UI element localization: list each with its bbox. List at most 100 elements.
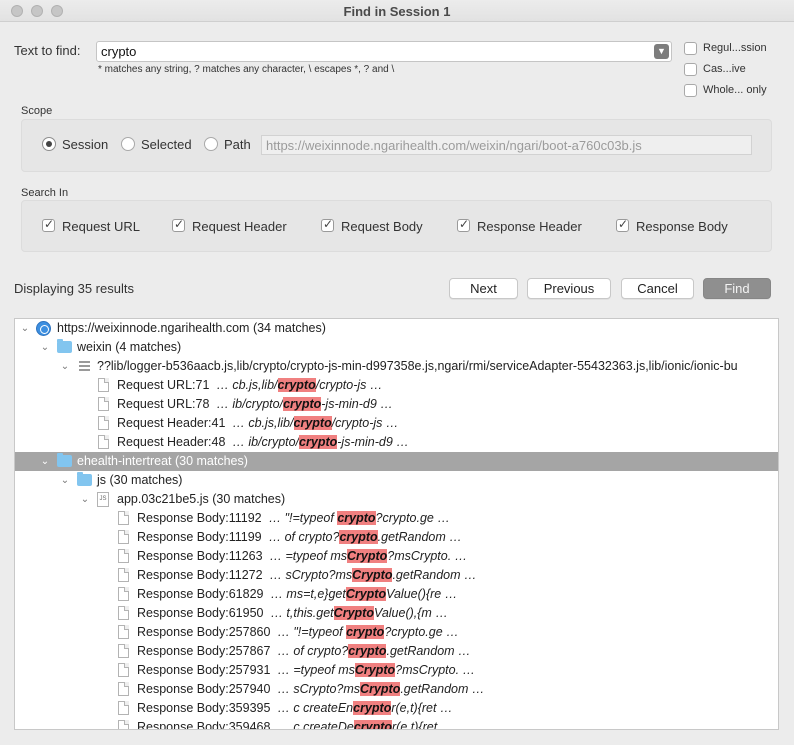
tree-row-match[interactable]: Response Body:11192 … "!=typeof crypto?c… [15, 509, 778, 528]
match-location: Request Header:48 [117, 435, 226, 449]
tree-row-match[interactable]: Request URL:78 … ib/crypto/crypto-js-min… [15, 395, 778, 414]
tree-row-js[interactable]: ⌄ js (30 matches) [15, 471, 778, 490]
tree-row-match[interactable]: Response Body:61829 … ms=t,e}getCryptoVa… [15, 585, 778, 604]
whole-word-checkbox[interactable] [684, 84, 697, 97]
match-location: Response Body:61950 [137, 606, 264, 620]
match-context-before: … cb.js,lib/ [232, 416, 294, 430]
tree-row-weixin-file[interactable]: ⌄ ??lib/logger-b536aacb.js,lib/crypto/cr… [15, 357, 778, 376]
tree-row-match[interactable]: Response Body:257860 … "!=typeof crypto?… [15, 623, 778, 642]
scope-path-label: Path [224, 137, 251, 152]
chevron-down-icon[interactable]: ⌄ [39, 338, 51, 357]
text-to-find-value: crypto [101, 44, 137, 59]
match-highlight: crypto [339, 530, 378, 544]
tree-row-ehealth[interactable]: ⌄ ehealth-intertreat (30 matches) [15, 452, 778, 471]
response-body-label: Response Body [636, 219, 728, 234]
match-location: Response Body:257931 [137, 663, 271, 677]
tree-row-match[interactable]: Request Header:48 … ib/crypto/crypto-js-… [15, 433, 778, 452]
tree-row-match[interactable]: Response Body:257867 … of crypto?crypto.… [15, 642, 778, 661]
match-context-after: -js-min-d9 … [321, 397, 393, 411]
folder-icon [57, 453, 72, 467]
response-header-checkbox[interactable] [457, 217, 470, 232]
request-url-checkbox[interactable] [42, 217, 55, 232]
match-context-after: .getRandom … [400, 682, 485, 696]
cancel-button[interactable]: Cancel [621, 278, 694, 299]
match-context-after: .getRandom … [386, 644, 471, 658]
document-icon [118, 663, 129, 677]
match-context-before: … ms=t,e}get [270, 587, 346, 601]
next-button[interactable]: Next [449, 278, 518, 299]
match-context-after: -js-min-d9 … [337, 435, 409, 449]
request-header-checkbox[interactable] [172, 217, 185, 232]
search-in-title: Search In [21, 187, 69, 199]
tree-row-match[interactable]: Request Header:41 … cb.js,lib/crypto/cry… [15, 414, 778, 433]
tree-row-match[interactable]: Response Body:257940 … sCrypto?msCrypto.… [15, 680, 778, 699]
chevron-down-icon[interactable]: ⌄ [79, 490, 91, 509]
document-icon [98, 416, 109, 430]
match-highlight: crypto [346, 625, 385, 639]
document-icon [118, 511, 129, 525]
match-context-before: … of crypto? [277, 644, 349, 658]
match-location: Response Body:11199 [137, 530, 262, 544]
match-context-before: … "!=typeof [277, 625, 347, 639]
globe-icon [36, 321, 51, 336]
tree-row-host[interactable]: ⌄ https://weixinnode.ngarihealth.com (34… [15, 319, 778, 338]
chevron-down-icon[interactable]: ⌄ [39, 452, 51, 471]
tree-row-match[interactable]: Response Body:11272 … sCrypto?msCrypto.g… [15, 566, 778, 585]
request-url-label: Request URL [62, 219, 141, 234]
app-file-label: app.03c21be5.js (30 matches) [117, 492, 286, 506]
previous-button[interactable]: Previous [527, 278, 611, 299]
chevron-down-icon[interactable]: ⌄ [59, 471, 71, 490]
match-highlight: Crypto [345, 587, 387, 601]
regex-checkbox[interactable] [684, 42, 697, 55]
request-body-label: Request Body [341, 219, 423, 234]
document-icon [118, 625, 129, 639]
tree-row-match[interactable]: Response Body:11263 … =typeof msCrypto?m… [15, 547, 778, 566]
tree-row-match[interactable]: Response Body:359468 … c createDecryptor… [15, 718, 778, 729]
scope-path-input[interactable]: https://weixinnode.ngarihealth.com/weixi… [261, 135, 752, 155]
chevron-down-icon[interactable]: ▼ [654, 44, 669, 59]
tree-row-match[interactable]: Response Body:359395 … c createEncryptor… [15, 699, 778, 718]
tree-row-weixin[interactable]: ⌄ weixin (4 matches) [15, 338, 778, 357]
scope-path-radio[interactable] [204, 137, 218, 151]
scope-selected-radio[interactable] [121, 137, 135, 151]
match-highlight: crypto [277, 378, 316, 392]
case-sensitive-label: Cas...ive [703, 63, 746, 75]
case-sensitive-checkbox[interactable] [684, 63, 697, 76]
document-icon [118, 587, 129, 601]
match-context-before: … c createEn [277, 701, 354, 715]
match-location: Request Header:41 [117, 416, 226, 430]
js-folder-label: js (30 matches) [97, 473, 183, 487]
match-context-before: … =typeof ms [269, 549, 347, 563]
scope-session-radio[interactable] [42, 137, 56, 151]
document-icon [98, 435, 109, 449]
results-tree[interactable]: ⌄ https://weixinnode.ngarihealth.com (34… [14, 318, 779, 730]
match-highlight: crypto [337, 511, 376, 525]
match-highlight: Crypto [354, 663, 396, 677]
title-bar: Find in Session 1 [0, 0, 794, 22]
request-body-checkbox[interactable] [321, 217, 334, 232]
match-context-before: … sCrypto?ms [269, 568, 353, 582]
find-button[interactable]: Find [703, 278, 771, 299]
chevron-down-icon[interactable]: ⌄ [59, 357, 71, 376]
tree-row-match[interactable]: Response Body:11199 … of crypto?crypto.g… [15, 528, 778, 547]
match-location: Response Body:359395 [137, 701, 271, 715]
match-highlight: crypto [283, 397, 322, 411]
text-to-find-input[interactable]: crypto ▼ [96, 41, 672, 62]
match-location: Response Body:61829 [137, 587, 264, 601]
match-highlight: crypto [348, 644, 387, 658]
weixin-folder-label: weixin (4 matches) [77, 340, 182, 354]
tree-row-match[interactable]: Response Body:61950 … t,this.getCryptoVa… [15, 604, 778, 623]
chevron-down-icon[interactable]: ⌄ [19, 319, 31, 338]
match-context-after: .getRandom … [392, 568, 477, 582]
match-context-after: ?msCrypto. … [387, 549, 468, 563]
tree-row-match[interactable]: Response Body:257931 … =typeof msCrypto?… [15, 661, 778, 680]
js-file-icon: JS [97, 492, 109, 507]
tree-row-match[interactable]: Request URL:71 … cb.js,lib/crypto/crypto… [15, 376, 778, 395]
folder-icon [77, 472, 92, 486]
match-context-before: … sCrypto?ms [277, 682, 361, 696]
match-context-before: … ib/crypto/ [216, 397, 284, 411]
response-body-checkbox[interactable] [616, 217, 629, 232]
window-title: Find in Session 1 [343, 4, 451, 19]
weixin-file-label: ??lib/logger-b536aacb.js,lib/crypto/cryp… [97, 359, 738, 373]
tree-row-app-file[interactable]: ⌄ JS app.03c21be5.js (30 matches) [15, 490, 778, 509]
